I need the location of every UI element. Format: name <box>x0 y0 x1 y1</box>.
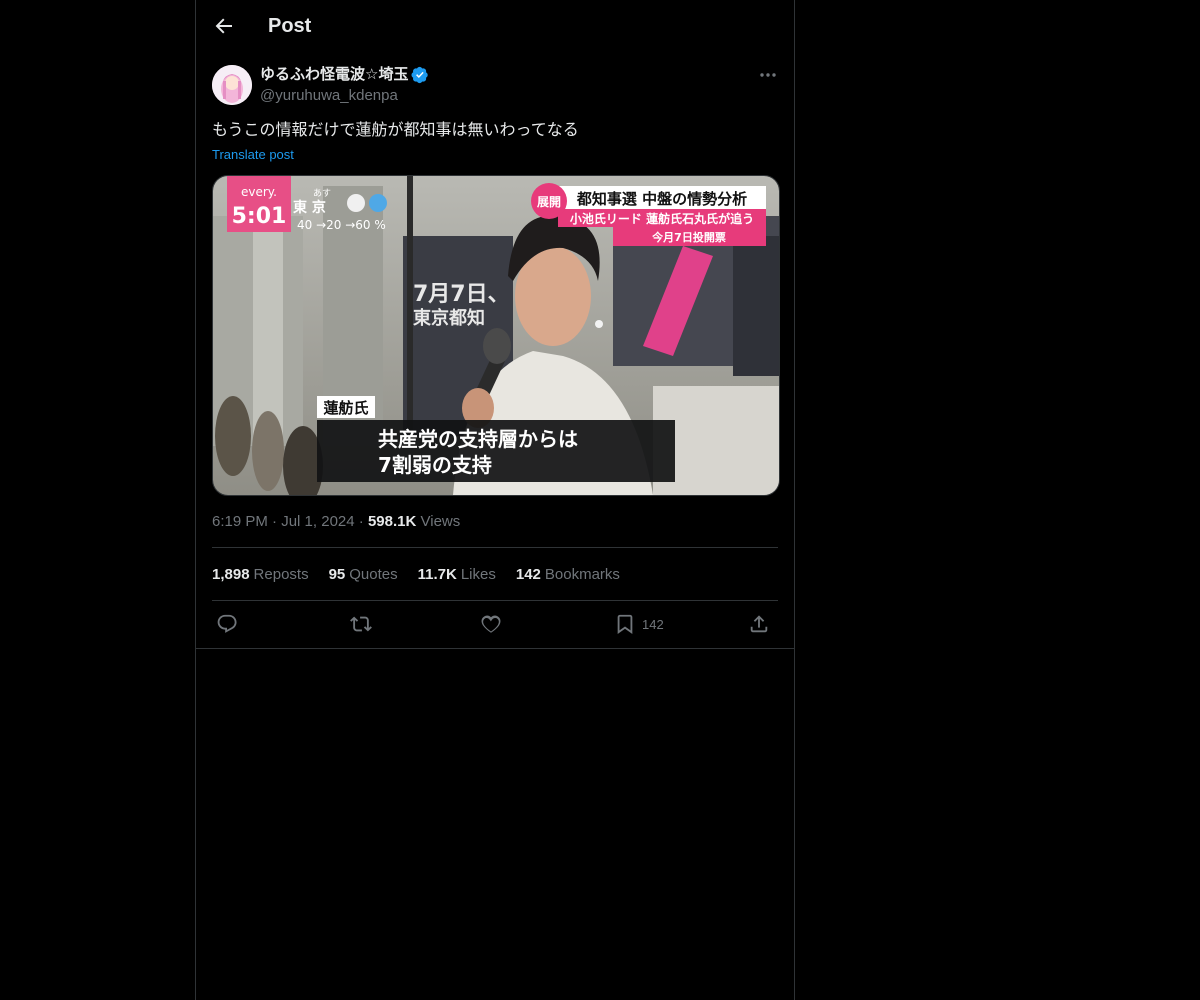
share-button[interactable] <box>748 612 770 636</box>
author-name[interactable]: ゆるふわ怪電波☆埼玉 <box>260 65 408 85</box>
reposts-label: Reposts <box>253 566 309 583</box>
logo-text: every. <box>241 185 277 199</box>
post-image[interactable]: 7月7日、 東京都知 every. 5:01 あす 東 京 40 →20 →60… <box>212 175 780 496</box>
reposts-count: 1,898 <box>212 566 250 583</box>
post-time[interactable]: 6:19 PM <box>212 513 268 530</box>
sign-date-text: 7月7日、 <box>413 282 510 307</box>
bookmarks-count: 142 <box>515 566 541 583</box>
quotes-stat[interactable]: 95 Quotes <box>329 565 398 585</box>
bookmarks-stat[interactable]: 142 Bookmarks <box>516 565 620 585</box>
author-handle[interactable]: @yuruhuwa_kdenpa <box>260 86 398 106</box>
like-button[interactable] <box>480 612 502 636</box>
quotes-label: Quotes <box>349 566 398 583</box>
author-name-row: ゆるふわ怪電波☆埼玉 <box>260 65 429 85</box>
repost-button[interactable] <box>350 612 372 636</box>
banner-sub-text: 小池氏リード 蓮舫氏石丸氏が追う <box>570 211 754 226</box>
caption-line2-text: 7割弱の支持 <box>378 453 492 477</box>
views-label: Views <box>420 513 461 530</box>
page-title: Post <box>268 15 312 37</box>
banner-tag-text: 展開 <box>537 195 561 209</box>
quotes-count: 95 <box>328 566 346 583</box>
back-arrow-icon[interactable] <box>212 14 236 38</box>
name-tag-text: 蓮舫氏 <box>323 399 368 417</box>
like-icon <box>481 615 501 633</box>
more-icon[interactable] <box>758 64 778 84</box>
bookmark-icon <box>617 614 633 634</box>
divider <box>212 600 778 601</box>
post-column: Post ゆるふわ怪電波☆埼玉 @yuruhuwa_kdenpa もうこの情報だ… <box>195 0 795 1000</box>
reply-icon <box>217 614 237 633</box>
likes-label: Likes <box>460 566 496 583</box>
sign-place-text: 東京都知 <box>413 307 485 329</box>
meta-dot: · <box>272 513 282 530</box>
views-count: 598.1K <box>367 513 417 530</box>
reposts-stat[interactable]: 1,898 Reposts <box>212 565 309 585</box>
clock-text: 5:01 <box>232 204 287 229</box>
banner-date-text: 今月7日投開票 <box>651 230 726 244</box>
engagement-stats: 1,898 Reposts 95 Quotes 11.7K Likes 142 Book… <box>212 565 620 585</box>
weather-temps-text: 40 →20 →60 % <box>297 218 386 232</box>
post-meta: 6:19 PM · Jul 1, 2024 · 598.1K Views <box>212 512 460 532</box>
caption-line1-text: 共産党の支持層からは <box>378 427 578 451</box>
likes-stat[interactable]: 11.7K Likes <box>418 565 496 585</box>
post-bottom-border <box>196 648 794 649</box>
repost-icon <box>350 616 372 632</box>
divider <box>212 547 778 548</box>
post-date[interactable]: Jul 1, 2024 <box>281 513 354 530</box>
bookmark-button[interactable]: 142 <box>614 612 664 636</box>
weather-city-text: 東 京 <box>293 199 326 216</box>
header: Post <box>196 0 794 53</box>
translate-link[interactable]: Translate post <box>212 147 294 163</box>
share-icon <box>750 615 768 633</box>
post-text: もうこの情報だけで蓮舫が都知事は無いわってなる <box>212 122 579 139</box>
reply-button[interactable] <box>216 612 238 636</box>
likes-count: 11.7K <box>417 566 457 583</box>
weather-small-text: あす <box>313 188 331 199</box>
meta-dot: · <box>358 513 368 530</box>
verified-badge-icon <box>411 66 429 84</box>
avatar[interactable] <box>212 65 252 105</box>
bookmark-count: 142 <box>642 616 664 632</box>
action-bar: 142 <box>212 610 778 638</box>
banner-title-text: 都知事選 中盤の情勢分析 <box>576 190 747 208</box>
bookmarks-label: Bookmarks <box>544 566 620 583</box>
